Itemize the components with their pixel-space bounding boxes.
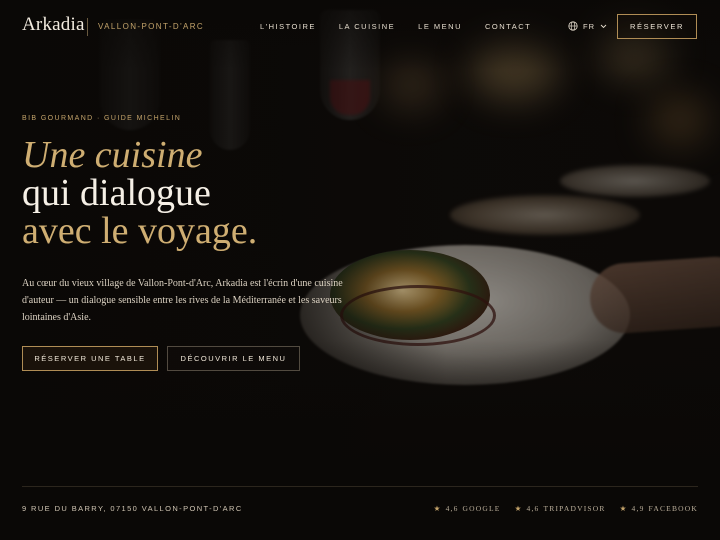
nav-item-histoire[interactable]: L'HISTOIRE bbox=[260, 22, 316, 31]
site-header: Arkadia VALLON-PONT-D'ARC L'HISTOIRE LA … bbox=[0, 0, 720, 55]
language-label: FR bbox=[583, 21, 595, 31]
headline-line-2: qui dialogue bbox=[22, 172, 211, 214]
hero-headline: Une cuisine qui dialogue avec le voyage. bbox=[22, 136, 257, 250]
chevron-down-icon bbox=[600, 24, 607, 29]
nav-item-contact[interactable]: CONTACT bbox=[485, 22, 531, 31]
michelin-eyebrow: BIB GOURMAND · GUIDE MICHELIN bbox=[22, 115, 182, 122]
rating-google[interactable]: ★ 4,6 GOOGLE bbox=[434, 504, 501, 513]
rating-source: GOOGLE bbox=[462, 504, 501, 513]
nav-item-menu[interactable]: LE MENU bbox=[418, 22, 462, 31]
nav-item-cuisine[interactable]: LA CUISINE bbox=[339, 22, 395, 31]
restaurant-address: 9 RUE DU BARRY, 07150 VALLON-PONT-D'ARC bbox=[22, 504, 243, 513]
headline-line-3: avec le voyage. bbox=[22, 210, 258, 252]
rating-score: 4,6 bbox=[445, 504, 459, 513]
ratings-bar: ★ 4,6 GOOGLE ★ 4,6 TRIPADVISOR ★ 4,9 FAC… bbox=[434, 504, 698, 513]
brand-logo[interactable]: Arkadia bbox=[22, 14, 85, 36]
brand-location: VALLON-PONT-D'ARC bbox=[98, 22, 205, 31]
hero-intro-text: Au cœur du vieux village de Vallon-Pont-… bbox=[22, 278, 343, 323]
language-selector[interactable]: FR bbox=[568, 21, 607, 31]
brand-divider bbox=[87, 18, 88, 36]
rating-source: TRIPADVISOR bbox=[543, 504, 606, 513]
star-icon: ★ bbox=[514, 504, 523, 513]
rating-score: 4,6 bbox=[526, 504, 540, 513]
star-icon: ★ bbox=[433, 504, 442, 513]
star-icon: ★ bbox=[619, 504, 628, 513]
footer-divider bbox=[22, 486, 698, 487]
globe-icon bbox=[568, 21, 578, 31]
rating-source: FACEBOOK bbox=[648, 504, 698, 513]
discover-menu-button[interactable]: DÉCOUVRIR LE MENU bbox=[167, 346, 300, 371]
header-reserve-button[interactable]: RÉSERVER bbox=[617, 14, 697, 39]
main-nav: L'HISTOIRE LA CUISINE LE MENU CONTACT bbox=[260, 22, 554, 31]
headline-line-1: Une cuisine bbox=[22, 134, 203, 176]
rating-facebook[interactable]: ★ 4,9 FACEBOOK bbox=[620, 504, 698, 513]
rating-tripadvisor[interactable]: ★ 4,6 TRIPADVISOR bbox=[515, 504, 606, 513]
reserve-table-button[interactable]: RÉSERVER UNE TABLE bbox=[22, 346, 158, 371]
hero-background-photo bbox=[0, 0, 720, 540]
rating-score: 4,9 bbox=[631, 504, 645, 513]
